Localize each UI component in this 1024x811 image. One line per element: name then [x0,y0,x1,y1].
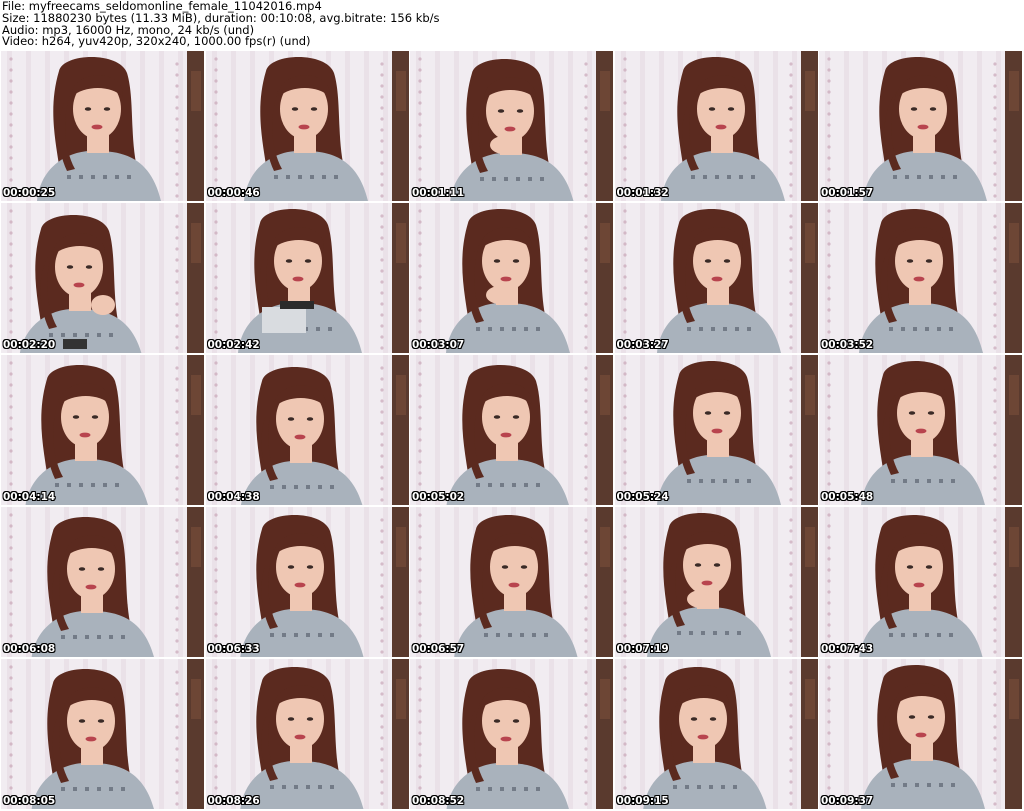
frame-timestamp: 00:05:02 [412,491,465,503]
frame-timestamp: 00:06:33 [207,643,260,655]
thumbnail-frame: 00:04:14 [1,355,204,505]
frame-timestamp: 00:03:27 [616,339,669,351]
frame-timestamp: 00:02:42 [207,339,260,351]
thumbnail-frame: 00:03:07 [410,203,613,353]
thumbnail-grid: 00:00:25 00:00:46 00:01:11 00:01:32 00:0… [1,51,1023,810]
frame-timestamp: 00:08:05 [3,795,56,807]
thumbnail-frame: 00:08:52 [410,659,613,809]
frame-timestamp: 00:04:14 [3,491,56,503]
frame-timestamp: 00:08:52 [412,795,465,807]
thumbnail-frame: 00:00:46 [205,51,409,201]
frame-timestamp: 00:08:26 [207,795,260,807]
thumbnail-frame: 00:01:11 [410,51,613,201]
thumbnail-frame: 00:08:05 [1,659,204,809]
thumbnail-frame: 00:00:25 [1,51,204,201]
frame-timestamp: 00:02:20 [3,339,56,351]
thumbnail-frame: 00:05:48 [819,355,1022,505]
frame-timestamp: 00:04:38 [207,491,260,503]
frame-timestamp: 00:09:37 [821,795,874,807]
thumbnail-frame: 00:09:37 [819,659,1022,809]
file-info-header: File: myfreecams_seldomonline_female_110… [2,0,1022,49]
frame-timestamp: 00:05:24 [616,491,669,503]
thumbnail-frame: 00:06:08 [1,507,204,657]
thumbnail-frame: 00:01:57 [819,51,1022,201]
frame-timestamp: 00:06:08 [3,643,56,655]
thumbnail-frame: 00:05:24 [614,355,818,505]
thumbnail-frame: 00:07:43 [819,507,1022,657]
thumbnail-frame: 00:01:32 [614,51,818,201]
thumbnail-frame: 00:08:26 [205,659,409,809]
frame-timestamp: 00:00:25 [3,187,56,199]
frame-timestamp: 00:03:52 [821,339,874,351]
frame-timestamp: 00:03:07 [412,339,465,351]
thumbnail-frame: 00:05:02 [410,355,613,505]
thumbnail-frame: 00:04:38 [205,355,409,505]
thumbnail-frame: 00:06:33 [205,507,409,657]
frame-timestamp: 00:07:19 [616,643,669,655]
frame-timestamp: 00:05:48 [821,491,874,503]
thumbnail-frame: 00:02:42 [205,203,409,353]
thumbnail-frame: 00:09:15 [614,659,818,809]
thumbnail-frame: 00:07:19 [614,507,818,657]
frame-timestamp: 00:01:32 [616,187,669,199]
frame-timestamp: 00:09:15 [616,795,669,807]
thumbnail-frame: 00:02:20 [1,203,204,353]
thumbnail-frame: 00:03:52 [819,203,1022,353]
frame-timestamp: 00:01:57 [821,187,874,199]
frame-timestamp: 00:06:57 [412,643,465,655]
frame-timestamp: 00:00:46 [207,187,260,199]
frame-timestamp: 00:07:43 [821,643,874,655]
thumbnail-frame: 00:03:27 [614,203,818,353]
thumbnail-frame: 00:06:57 [410,507,613,657]
frame-timestamp: 00:01:11 [412,187,465,199]
video-info-line: Video: h264, yuv420p, 320x240, 1000.00 f… [2,34,311,49]
